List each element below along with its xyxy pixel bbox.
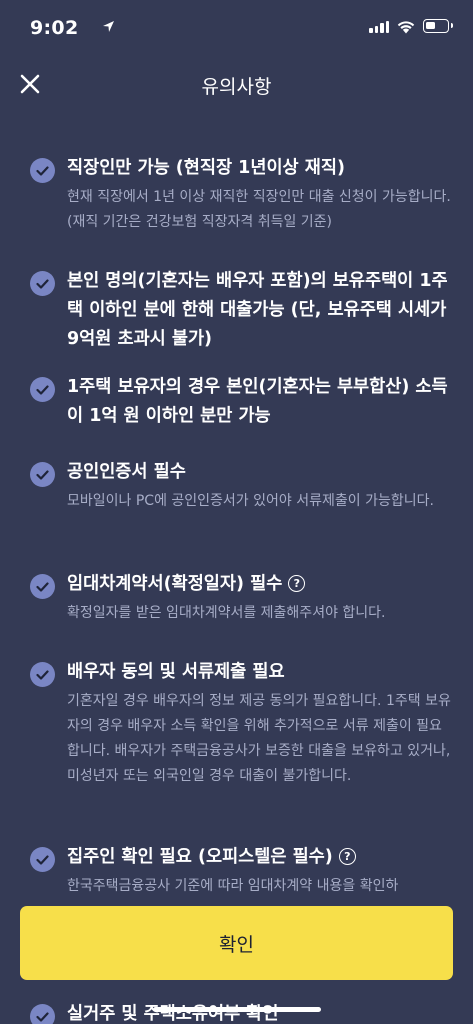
cellular-signal-icon — [369, 21, 389, 33]
wifi-icon — [397, 21, 415, 34]
confirm-button[interactable]: 확인 — [20, 906, 453, 980]
check-icon — [30, 377, 55, 402]
home-indicator[interactable] — [153, 1007, 321, 1012]
item-title-row: 집주인 확인 필요 (오피스텔은 필수)? — [67, 843, 457, 872]
item-title-row: 임대차계약서(확정일자) 필수? — [67, 570, 457, 599]
page-title: 유의사항 — [201, 76, 272, 98]
notice-list: 직장인만 가능 (현직장 1년이상 재직) 현재 직장에서 1년 이상 재직한 … — [0, 110, 473, 1024]
battery-icon — [423, 19, 453, 33]
item-title: 직장인만 가능 (현직장 1년이상 재직) — [67, 158, 345, 178]
item-description: 한국주택금융공사 기준에 따라 임대차계약 내용을 확인하 — [67, 878, 399, 894]
check-icon — [30, 271, 55, 296]
item-title: 배우자 동의 및 서류제출 필요 — [67, 662, 285, 682]
item-description: 현재 직장에서 1년 이상 재직한 직장인만 대출 신청이 가능합니다. (재직… — [67, 189, 451, 230]
check-icon — [30, 158, 55, 183]
item-title: 공인인증서 필수 — [67, 462, 186, 482]
item-title: 실거주 및 주택소유여부 확인 — [67, 1004, 279, 1024]
status-time: 9:02 — [30, 17, 79, 39]
help-icon[interactable]: ? — [338, 848, 356, 865]
check-icon — [30, 462, 55, 487]
item-description: 기혼자일 경우 배우자의 정보 제공 동의가 필요합니다. 1주택 보유자의 경… — [67, 693, 451, 784]
check-icon — [30, 574, 55, 599]
item-description: 모바일이나 PC에 공인인증서가 있어야 서류제출이 가능합니다. — [67, 493, 434, 509]
item-title: 임대차계약서(확정일자) 필수 — [67, 574, 283, 594]
help-icon[interactable]: ? — [288, 575, 306, 592]
location-arrow-icon — [103, 21, 114, 32]
item-description: 확정일자를 받은 임대차계약서를 제출해주셔야 합니다. — [67, 605, 386, 621]
header: 유의사항 — [0, 58, 473, 110]
status-bar: 9:02 — [0, 0, 473, 56]
item-title: 본인 명의(기혼자는 배우자 포함)의 보유주택이 1주택 이하인 분에 한해 … — [67, 271, 448, 349]
check-icon — [30, 662, 55, 687]
item-title: 1주택 보유자의 경우 본인(기혼자는 부부합산) 소득이 1억 원 이하인 분… — [67, 377, 448, 426]
item-title: 집주인 확인 필요 (오피스텔은 필수) — [67, 847, 333, 867]
check-icon — [30, 1004, 55, 1024]
check-icon — [30, 847, 55, 872]
